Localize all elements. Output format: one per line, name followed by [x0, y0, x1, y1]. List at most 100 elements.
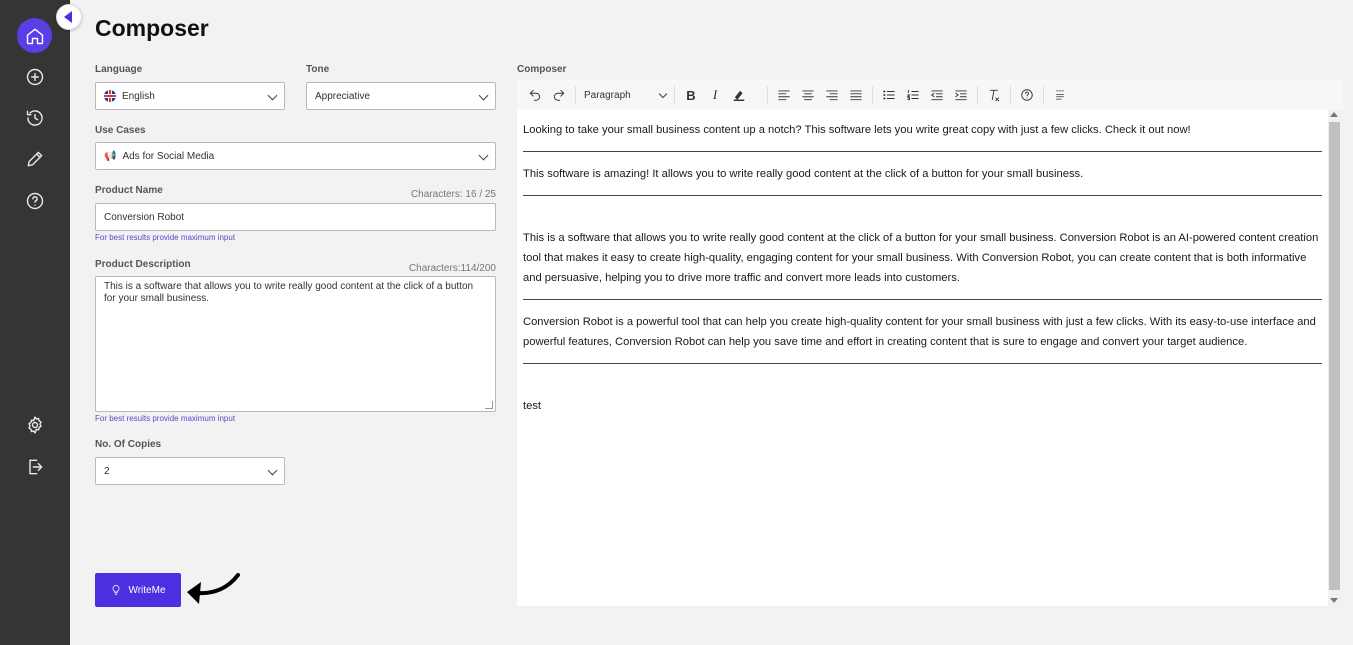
scroll-up-arrow-icon[interactable]: [1330, 112, 1338, 117]
use-cases-label: Use Cases: [95, 125, 146, 136]
paragraph-format-value: Paragraph: [584, 89, 631, 101]
align-right-button[interactable]: [820, 83, 844, 107]
product-description-value: This is a software that allows you to wr…: [104, 281, 474, 304]
scroll-down-arrow-icon[interactable]: [1330, 598, 1338, 603]
empty-line: [523, 376, 1322, 396]
product-description-label: Product Description: [95, 259, 191, 270]
help-circle-icon: [1021, 89, 1033, 101]
product-name-counter: Characters: 16 / 25: [410, 189, 496, 200]
tone-select[interactable]: Appreciative: [306, 82, 496, 110]
chevron-down-icon: [658, 89, 668, 98]
toolbar-divider: [767, 86, 768, 104]
undo-button[interactable]: [523, 83, 547, 107]
toolbar-divider: [872, 86, 873, 104]
bold-button[interactable]: B: [679, 83, 703, 107]
chevron-left-icon: [64, 11, 72, 23]
plus-circle-icon: [26, 68, 43, 85]
italic-button[interactable]: I: [703, 83, 727, 107]
language-select[interactable]: English: [95, 82, 285, 110]
indent-button[interactable]: [949, 83, 973, 107]
editor-toolbar: Paragraph B I: [517, 80, 1343, 110]
language-label: Language: [95, 64, 143, 75]
writeme-button[interactable]: WriteMe: [95, 573, 181, 607]
tone-label: Tone: [306, 64, 330, 75]
indent-icon: [955, 90, 967, 101]
pointer-arrow-icon: [187, 573, 240, 604]
sidebar: [0, 0, 70, 645]
lightbulb-icon: [113, 585, 120, 595]
settings-icon: [27, 415, 42, 434]
product-name-hint: For best results provide maximum input: [95, 233, 236, 242]
copies-value: 2: [104, 465, 110, 477]
undo-icon: [529, 89, 541, 101]
bullet-list-button[interactable]: [877, 83, 901, 107]
resize-handle-icon[interactable]: [485, 401, 493, 409]
numbered-list-icon: [906, 89, 919, 101]
copies-label: No. Of Copies: [95, 439, 162, 450]
product-description-textarea[interactable]: This is a software that allows you to wr…: [95, 276, 496, 412]
page-title: Composer: [95, 15, 209, 41]
product-name-value: Conversion Robot: [104, 211, 185, 223]
composer-label: Composer: [517, 64, 567, 75]
divider: [523, 151, 1322, 152]
uk-flag-icon: [104, 90, 116, 102]
sidebar-collapse-button[interactable]: [56, 4, 82, 30]
paragraph-format-select[interactable]: Paragraph: [580, 89, 670, 101]
chevron-down-icon: [267, 465, 278, 476]
sidebar-item-history[interactable]: [17, 100, 52, 135]
word-count-button[interactable]: [1048, 83, 1072, 107]
align-left-button[interactable]: [772, 83, 796, 107]
clear-format-button[interactable]: [982, 83, 1006, 107]
toolbar-divider: [977, 86, 978, 104]
chevron-down-icon: [478, 150, 489, 161]
bullet-list-icon: [883, 90, 895, 100]
logout-icon: [28, 459, 42, 474]
sidebar-item-home[interactable]: [17, 18, 52, 53]
sidebar-item-help[interactable]: [17, 183, 52, 218]
align-justify-button[interactable]: [844, 83, 868, 107]
align-center-icon: [802, 90, 814, 101]
highlight-button[interactable]: [727, 83, 751, 107]
bold-icon: B: [686, 87, 696, 103]
editor-paragraph: Looking to take your small business cont…: [523, 124, 1191, 136]
product-name-label: Product Name: [95, 185, 163, 196]
editor-paragraph: Conversion Robot is a powerful tool that…: [523, 316, 1316, 348]
clear-format-icon: [990, 89, 1000, 102]
composer-editor[interactable]: Looking to take your small business cont…: [517, 110, 1328, 606]
chevron-down-icon: [478, 90, 489, 101]
sidebar-item-new[interactable]: [17, 59, 52, 94]
toolbar-divider: [1043, 86, 1044, 104]
help-icon: [26, 192, 43, 209]
language-value: English: [122, 90, 155, 102]
divider: [523, 195, 1322, 196]
align-center-button[interactable]: [796, 83, 820, 107]
copies-select[interactable]: 2: [95, 457, 285, 485]
align-right-icon: [826, 90, 838, 101]
toolbar-divider: [1010, 86, 1011, 104]
use-cases-select[interactable]: 📢 Ads for Social Media: [95, 142, 496, 170]
numbered-list-button[interactable]: [901, 83, 925, 107]
empty-line: [523, 208, 1322, 228]
editor-scrollbar-thumb[interactable]: [1329, 122, 1340, 590]
history-icon: [26, 109, 43, 126]
chevron-down-icon: [267, 90, 278, 101]
sidebar-item-logout[interactable]: [17, 449, 52, 484]
product-name-input[interactable]: Conversion Robot: [95, 203, 496, 231]
outdent-icon: [930, 90, 943, 101]
editor-paragraph: This software is amazing! It allows you …: [523, 168, 1084, 180]
word-count-icon: [1056, 90, 1064, 100]
redo-button[interactable]: [547, 83, 571, 107]
sidebar-item-edit[interactable]: [17, 141, 52, 176]
product-description-counter: Characters:114/200: [408, 263, 496, 274]
toolbar-divider: [674, 86, 675, 104]
outdent-button[interactable]: [925, 83, 949, 107]
sidebar-item-settings[interactable]: [17, 407, 52, 442]
help-button[interactable]: [1015, 83, 1039, 107]
align-justify-icon: [850, 90, 862, 101]
tone-value: Appreciative: [315, 90, 371, 102]
highlight-dropdown[interactable]: [751, 83, 763, 107]
editor-paragraph: This is a software that allows you to wr…: [523, 232, 1319, 284]
redo-icon: [553, 89, 565, 101]
pencil-icon: [27, 151, 42, 166]
highlighter-icon: [733, 90, 745, 101]
